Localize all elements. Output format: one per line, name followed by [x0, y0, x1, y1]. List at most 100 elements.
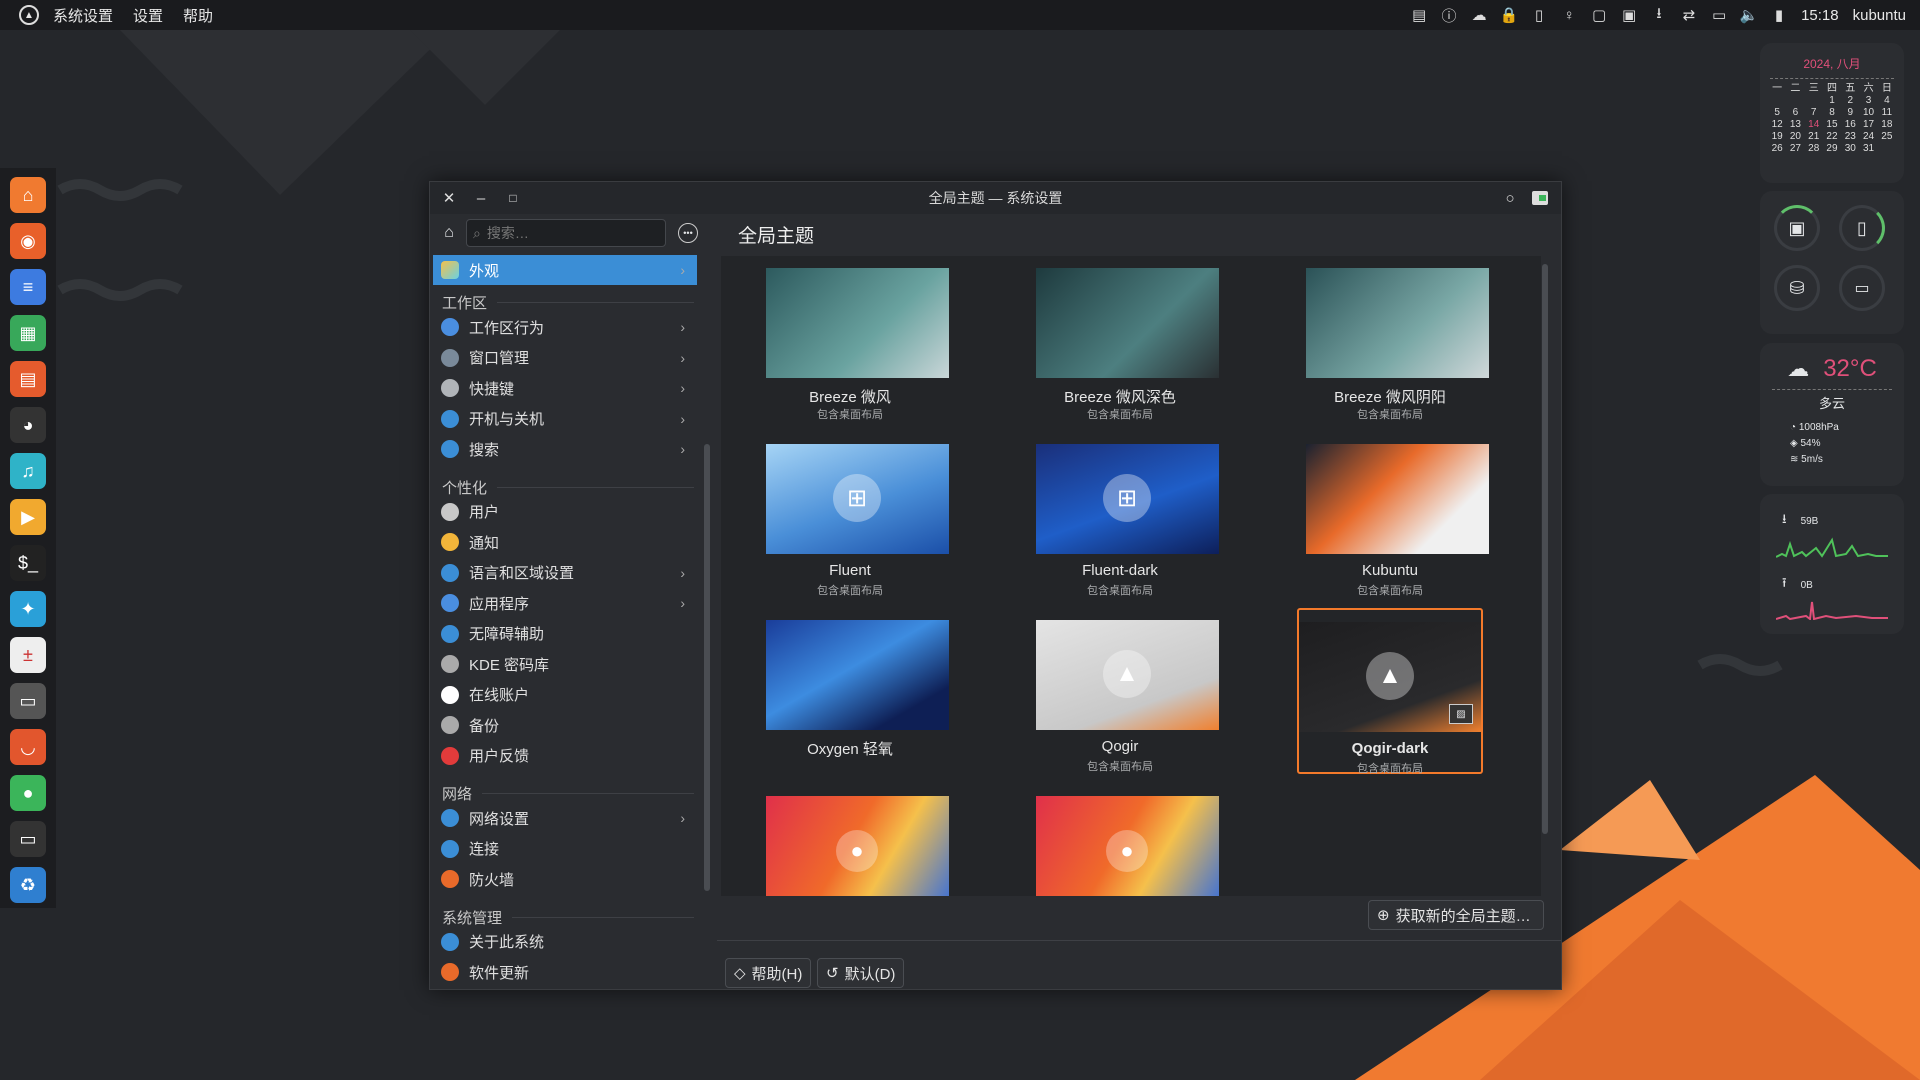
impress-icon[interactable]: ▤: [10, 361, 46, 397]
theme-card[interactable]: ⊞ Fluent-dark 包含桌面布局: [1027, 432, 1219, 598]
calendar-day[interactable]: 6: [1786, 107, 1804, 119]
sidebar-item[interactable]: 防火墙: [433, 864, 697, 894]
device-icon[interactable]: ▢: [1591, 7, 1607, 24]
sidebar-item[interactable]: 语言和区域设置 ›: [433, 558, 697, 588]
battery-icon[interactable]: ▯: [1531, 7, 1547, 24]
sidebar-item[interactable]: 通知: [433, 527, 697, 557]
theme-card[interactable]: ⊞ Fluent 包含桌面布局: [757, 432, 949, 598]
calendar-day[interactable]: 22: [1823, 131, 1841, 143]
sidebar-item[interactable]: 快捷键 ›: [433, 373, 697, 403]
calendar-day[interactable]: 5: [1768, 107, 1786, 119]
calendar-day[interactable]: 2: [1841, 95, 1859, 107]
theme-card[interactable]: ▲ ▨ Qogir-dark 包含桌面布局: [1297, 608, 1483, 775]
store-icon[interactable]: ◡: [10, 729, 46, 765]
info-icon[interactable]: ⓘ: [1441, 7, 1457, 25]
sidebar-item[interactable]: 搜索 ›: [433, 434, 697, 464]
toggle-icon[interactable]: ●: [10, 775, 46, 811]
username[interactable]: kubuntu: [1853, 7, 1906, 24]
display-icon[interactable]: ▣: [1621, 7, 1637, 24]
calc-icon[interactable]: ▦: [10, 315, 46, 351]
theme-card[interactable]: ●: [1027, 784, 1219, 896]
sidebar-scrollbar[interactable]: [704, 444, 710, 891]
sidebar-item[interactable]: 应用程序 ›: [433, 588, 697, 618]
get-new-themes-button[interactable]: ⊕ 获取新的全局主题…: [1368, 900, 1544, 930]
keep-above-icon[interactable]: [1529, 187, 1551, 209]
calendar-day[interactable]: 3: [1859, 95, 1877, 107]
calendar-day[interactable]: 12: [1768, 119, 1786, 131]
screen-recorder-icon[interactable]: ▭: [10, 683, 46, 719]
cat-icon[interactable]: ◕: [10, 407, 46, 443]
sidebar-item-appearance[interactable]: 外观 ›: [433, 255, 697, 285]
calendar-day[interactable]: 14: [1805, 119, 1823, 131]
minimize-icon[interactable]: –: [470, 187, 492, 209]
battery-icon[interactable]: ▭: [1839, 265, 1885, 311]
lock-icon[interactable]: 🔒: [1500, 7, 1519, 24]
maximize-icon[interactable]: □: [502, 187, 524, 209]
volume-icon[interactable]: 🔈: [1740, 7, 1759, 24]
calendar-day[interactable]: 18: [1878, 119, 1896, 131]
sidebar-item[interactable]: 关于此系统: [433, 927, 697, 957]
calendar-day[interactable]: 29: [1823, 143, 1841, 155]
theme-card[interactable]: ▲ Qogir 包含桌面布局: [1027, 608, 1219, 774]
calendar-day[interactable]: 26: [1768, 143, 1786, 155]
sidebar-item[interactable]: 窗口管理 ›: [433, 343, 697, 373]
close-icon[interactable]: ✕: [438, 187, 460, 209]
disk-icon[interactable]: ⛁: [1774, 265, 1820, 311]
search-input[interactable]: ⌕ 搜索…: [466, 219, 666, 247]
kubuntu-logo-icon[interactable]: ▲: [19, 5, 39, 25]
calendar-day[interactable]: [1805, 95, 1823, 107]
cloud-icon[interactable]: ☁: [1471, 7, 1487, 24]
cpu-icon[interactable]: ▣: [1774, 205, 1820, 251]
sidebar-item[interactable]: 软件更新: [433, 957, 697, 987]
calendar-day[interactable]: 9: [1841, 107, 1859, 119]
calendar-day[interactable]: 31: [1859, 143, 1877, 155]
calendar-day[interactable]: 28: [1805, 143, 1823, 155]
sidebar-item[interactable]: 连接: [433, 834, 697, 864]
calendar-day[interactable]: 20: [1786, 131, 1804, 143]
clipboard-icon[interactable]: ▤: [1411, 7, 1427, 24]
theme-card[interactable]: ●: [757, 784, 949, 896]
pin-icon[interactable]: ○: [1499, 187, 1521, 209]
monitor-icon[interactable]: ▭: [1711, 7, 1727, 24]
preview-image-icon[interactable]: ▨: [1449, 704, 1473, 724]
calendar-day[interactable]: 7: [1805, 107, 1823, 119]
calendar-day[interactable]: 24: [1859, 131, 1877, 143]
sidebar-item[interactable]: 备份: [433, 710, 697, 740]
calendar-day[interactable]: [1768, 95, 1786, 107]
calendar-day[interactable]: 23: [1841, 131, 1859, 143]
sidebar-item[interactable]: 开机与关机 ›: [433, 404, 697, 434]
clock[interactable]: 15:18: [1801, 7, 1839, 24]
calendar-day[interactable]: 8: [1823, 107, 1841, 119]
calendar-day[interactable]: 10: [1859, 107, 1877, 119]
power-icon[interactable]: ▮: [1771, 7, 1787, 24]
sidebar-item[interactable]: 在线账户: [433, 680, 697, 710]
writer-icon[interactable]: ≡: [10, 269, 46, 305]
calendar-day[interactable]: 1: [1823, 95, 1841, 107]
defaults-button[interactable]: ↺ 默认(D): [817, 958, 905, 988]
theme-card[interactable]: Breeze 微风阴阳 包含桌面布局: [1297, 256, 1489, 422]
calendar-day[interactable]: 21: [1805, 131, 1823, 143]
menu-item[interactable]: 系统设置: [53, 8, 113, 25]
calculator-icon[interactable]: ±: [10, 637, 46, 673]
calendar-day[interactable]: 16: [1841, 119, 1859, 131]
sidebar-item[interactable]: 工作区行为 ›: [433, 312, 697, 342]
download-icon[interactable]: ⭳: [1651, 5, 1667, 23]
calendar-day[interactable]: [1878, 143, 1896, 155]
more-options-icon[interactable]: •••: [678, 223, 698, 243]
menu-item[interactable]: 帮助: [183, 8, 213, 25]
memory-icon[interactable]: ▯: [1839, 205, 1885, 251]
home-folder-icon[interactable]: ⌂: [10, 177, 46, 213]
app-icon[interactable]: ✦: [10, 591, 46, 627]
window-titlebar[interactable]: ✕ – □ 全局主题 — 系统设置 ○: [430, 182, 1561, 214]
theme-card[interactable]: Breeze 微风深色 包含桌面布局: [1027, 256, 1219, 422]
sync-icon[interactable]: ⇄: [1681, 7, 1697, 24]
display-icon[interactable]: ▭: [10, 821, 46, 857]
theme-card[interactable]: Kubuntu 包含桌面布局: [1297, 432, 1489, 598]
menu-item[interactable]: 设置: [133, 8, 163, 25]
calendar-day[interactable]: [1786, 95, 1804, 107]
calendar-day[interactable]: 11: [1878, 107, 1896, 119]
sidebar-item[interactable]: KDE 密码库: [433, 649, 697, 679]
sidebar-item[interactable]: 用户反馈: [433, 741, 697, 771]
sidebar-item[interactable]: 网络设置 ›: [433, 803, 697, 833]
trash-icon[interactable]: ♻: [10, 867, 46, 903]
